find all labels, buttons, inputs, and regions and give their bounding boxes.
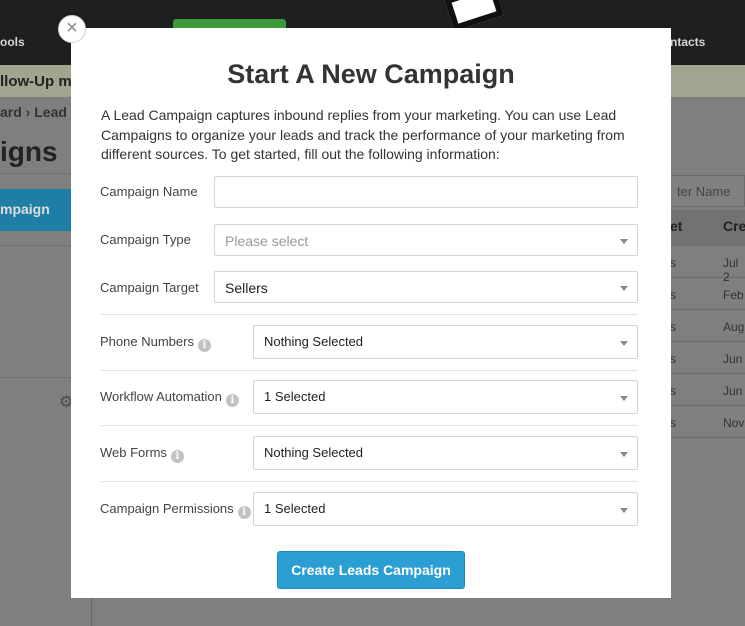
campaign-target-select[interactable]: Sellers <box>214 271 638 303</box>
table-cell: Feb <box>723 288 744 302</box>
campaign-name-label: Campaign Name <box>100 184 198 199</box>
workflow-automation-row: Workflow Automation i 1 Selected <box>100 380 638 414</box>
sidebar-divider <box>0 377 72 378</box>
phone-numbers-label-text: Phone Numbers <box>100 334 194 349</box>
table-column-header[interactable]: Cre <box>723 218 745 234</box>
nav-item-contacts[interactable]: ntacts <box>670 35 705 49</box>
campaign-permissions-value: 1 Selected <box>264 501 326 516</box>
section-divider <box>100 370 638 371</box>
campaign-target-value: Sellers <box>225 280 268 296</box>
table-row[interactable]: s Aug <box>670 310 745 342</box>
campaign-permissions-select[interactable]: 1 Selected <box>253 492 638 526</box>
workflow-automation-label: Workflow Automation i <box>100 389 239 407</box>
phone-numbers-row: Phone Numbers i Nothing Selected <box>100 325 638 359</box>
web-forms-label-text: Web Forms <box>100 445 167 460</box>
new-campaign-button[interactable]: mpaign <box>0 189 72 231</box>
phone-numbers-value: Nothing Selected <box>264 334 364 349</box>
info-icon[interactable]: i <box>225 394 239 407</box>
table-column-header[interactable]: et <box>670 218 682 234</box>
modal-intro-text: A Lead Campaign captures inbound replies… <box>101 107 625 162</box>
info-icon[interactable]: i <box>197 339 211 352</box>
workflow-automation-value: 1 Selected <box>264 389 326 404</box>
table-row[interactable]: s Feb <box>670 278 745 310</box>
modal-title: Start A New Campaign <box>227 59 515 89</box>
campaign-permissions-label-text: Campaign Permissions <box>100 501 234 516</box>
table-row[interactable]: s Nov <box>670 406 745 438</box>
campaign-target-row: Campaign Target Sellers <box>100 271 638 303</box>
campaign-type-label: Campaign Type <box>100 232 191 247</box>
campaign-name-input[interactable] <box>214 176 638 208</box>
workflow-automation-label-text: Workflow Automation <box>100 389 222 404</box>
page-title: igns <box>0 136 58 167</box>
campaign-name-row: Campaign Name <box>100 176 638 208</box>
create-leads-campaign-button[interactable]: Create Leads Campaign <box>277 551 465 589</box>
campaign-target-label: Campaign Target <box>100 280 199 295</box>
web-forms-value: Nothing Selected <box>264 445 364 460</box>
sidebar-divider <box>0 245 72 246</box>
section-divider <box>100 481 638 482</box>
table-row[interactable]: s Jun <box>670 342 745 374</box>
table-row[interactable]: s Jul 2 <box>670 246 745 284</box>
workflow-automation-select[interactable]: 1 Selected <box>253 380 638 414</box>
section-divider <box>100 314 638 315</box>
campaign-permissions-label: Campaign Permissions i <box>100 501 251 519</box>
chevron-down-icon <box>620 396 628 401</box>
table-cell: Jun <box>723 352 743 366</box>
info-icon[interactable]: i <box>170 450 184 463</box>
chevron-down-icon <box>620 341 628 346</box>
chevron-down-icon <box>620 239 628 244</box>
sidebar-divider <box>0 173 72 174</box>
chevron-down-icon <box>620 452 628 457</box>
table-cell: Jun <box>723 384 743 398</box>
new-campaign-modal: Start A New Campaign A Lead Campaign cap… <box>71 28 671 598</box>
table-cell: Nov <box>723 416 745 430</box>
followup-banner-text: llow-Up m <box>0 73 72 90</box>
phone-numbers-label: Phone Numbers i <box>100 334 211 352</box>
table-row[interactable]: s Jun <box>670 374 745 406</box>
info-icon[interactable]: i <box>237 506 251 519</box>
chevron-down-icon <box>620 286 628 291</box>
breadcrumb: ard › Lead <box>0 104 67 120</box>
logo-icon <box>444 0 504 32</box>
filter-name-input[interactable]: ter Name <box>670 175 745 207</box>
column-divider <box>91 598 92 626</box>
campaign-type-placeholder: Please select <box>225 233 309 249</box>
web-forms-label: Web Forms i <box>100 445 184 463</box>
nav-item-tools[interactable]: ools <box>0 35 25 49</box>
phone-numbers-select[interactable]: Nothing Selected <box>253 325 638 359</box>
web-forms-row: Web Forms i Nothing Selected <box>100 436 638 470</box>
campaign-type-select[interactable]: Please select <box>214 224 638 256</box>
chevron-down-icon <box>620 508 628 513</box>
table-cell: Aug <box>723 320 745 334</box>
close-icon[interactable]: × <box>58 15 86 43</box>
section-divider <box>100 425 638 426</box>
campaign-permissions-row: Campaign Permissions i 1 Selected <box>100 492 638 526</box>
web-forms-select[interactable]: Nothing Selected <box>253 436 638 470</box>
campaign-type-row: Campaign Type Please select <box>100 224 638 256</box>
